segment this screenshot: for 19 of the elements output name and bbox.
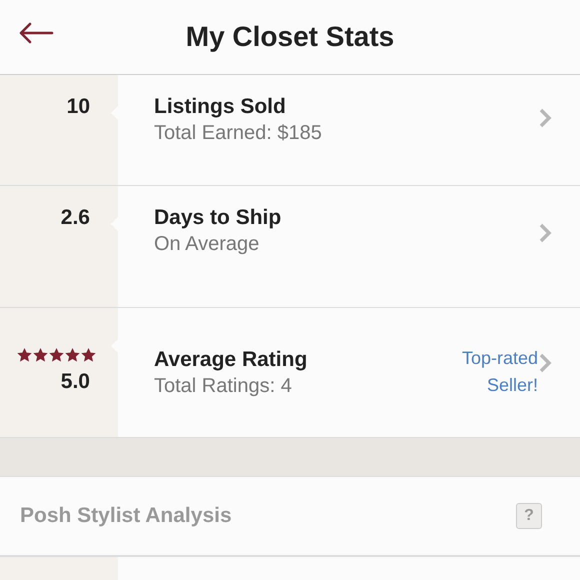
stat-value: 5.0 [60,370,90,394]
stat-row[interactable]: Days to Ship On Average [118,186,580,307]
stat-title: Average Rating [154,348,308,372]
chevron-icon [538,222,552,244]
chevron-icon [538,107,552,129]
section-title: Posh Stylist Analysis [20,504,232,528]
stat-title: Days to Ship [154,206,282,230]
top-rated-label: Top-rated Seller! [462,347,538,397]
stat-value: 10 [66,95,90,119]
stat-row[interactable]: Listings Sold Total Earned: $185 [118,75,580,185]
stat-title: Listings Sold [154,95,286,119]
chevron-icon [538,352,552,374]
stat-subtitle: On Average [154,233,260,256]
stat-subtitle: Total Earned: $185 [154,122,322,145]
stat-row[interactable]: Average Rating Total Ratings: 4 Top-rated Seller! [118,308,580,437]
stat-subtitle: Total Ratings: 4 [154,375,292,398]
back-icon[interactable] [18,22,54,44]
page-title: My Closet Stats [186,21,394,53]
stat-value: 2.6 [60,206,90,230]
